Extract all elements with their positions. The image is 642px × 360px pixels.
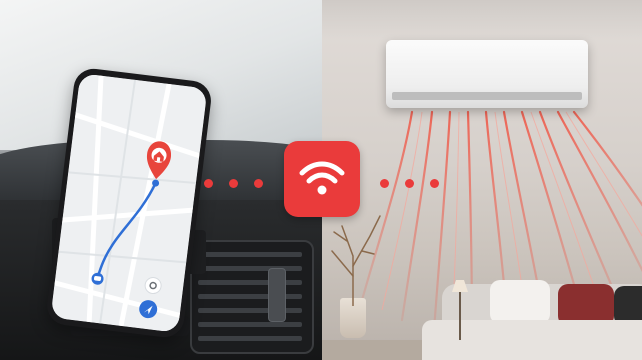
- vent-slat: [198, 266, 302, 271]
- wifi-badge: [284, 141, 360, 217]
- wifi-icon: [299, 161, 345, 195]
- connection-dot: [229, 179, 238, 188]
- ac-air-outlet: [392, 92, 582, 100]
- vent-slat: [198, 294, 302, 299]
- pillow: [490, 280, 550, 324]
- car-air-vent: [190, 240, 314, 354]
- connection-dot: [430, 179, 439, 188]
- floor-lamp: [452, 280, 468, 340]
- car-dashboard-panel: [0, 0, 322, 360]
- vent-slat: [198, 252, 302, 257]
- connection-dot: [405, 179, 414, 188]
- vent-knob: [268, 268, 286, 322]
- navigation-map: [50, 73, 208, 333]
- connection-dot: [254, 179, 263, 188]
- connection-dot: [380, 179, 389, 188]
- living-room-panel: [322, 0, 642, 360]
- scene: [0, 0, 642, 360]
- air-conditioner: [386, 40, 588, 108]
- vent-slat: [198, 322, 302, 327]
- vent-slat: [198, 308, 302, 313]
- vent-slat: [198, 336, 302, 341]
- connection-dot: [204, 179, 213, 188]
- vent-slat: [198, 280, 302, 285]
- phone-map-screen: [50, 73, 208, 333]
